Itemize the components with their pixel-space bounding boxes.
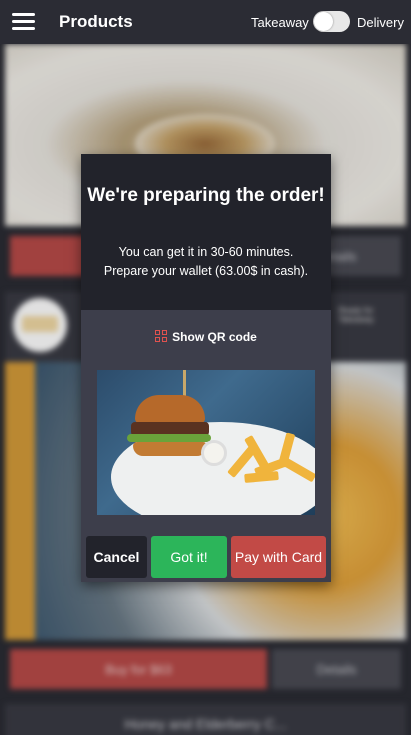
show-qr-code-label: Show QR code	[172, 330, 257, 344]
dialog-title: We're preparing the order!	[87, 185, 325, 206]
show-qr-code-link[interactable]: Show QR code	[81, 330, 331, 344]
qr-code-icon	[155, 330, 168, 343]
menu-icon[interactable]	[12, 13, 35, 30]
page-title: Products	[59, 12, 133, 31]
dialog-message-line1: You can get it in 30-60 minutes.	[118, 245, 294, 259]
dialog-message-line2: Prepare your wallet (63.00$ in cash).	[103, 264, 309, 278]
dialog-header: We're preparing the order! You can get i…	[81, 154, 331, 310]
order-mode-toggle[interactable]	[313, 11, 350, 32]
takeaway-label: Takeaway	[251, 15, 309, 30]
app-header: Products Takeaway Delivery	[0, 0, 411, 44]
dialog-message: You can get it in 30-60 minutes. Prepare…	[81, 243, 331, 281]
cancel-button[interactable]: Cancel	[86, 536, 147, 578]
delivery-label: Delivery	[357, 15, 404, 30]
burger-image	[97, 370, 315, 515]
order-confirmation-dialog: We're preparing the order! You can get i…	[81, 154, 331, 582]
got-it-button[interactable]: Got it!	[151, 536, 227, 578]
pay-with-card-button[interactable]: Pay with Card	[231, 536, 326, 578]
dialog-actions: Cancel Got it! Pay with Card	[81, 536, 331, 578]
